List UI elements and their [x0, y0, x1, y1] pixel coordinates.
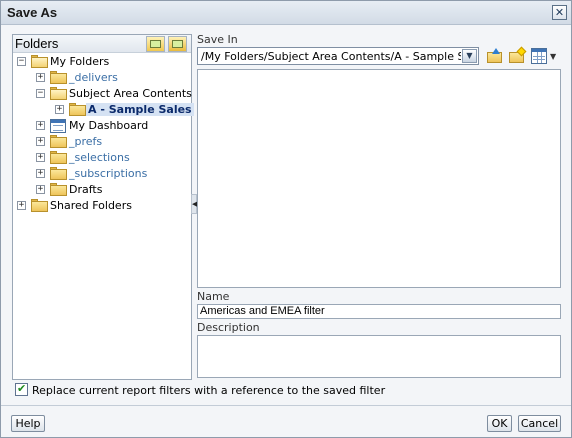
expand-icon[interactable]: +	[36, 169, 45, 178]
replace-filters-label: Replace current report filters with a re…	[32, 384, 386, 397]
tree-node-subscriptions[interactable]: + _subscriptions	[13, 166, 191, 182]
collapse-icon[interactable]: −	[17, 57, 26, 66]
new-folder-icon[interactable]	[168, 36, 187, 52]
description-label: Description	[197, 321, 260, 334]
tree-node-label: My Folders	[50, 55, 110, 68]
view-grid-icon[interactable]	[531, 48, 547, 64]
folder-icon	[50, 151, 67, 164]
expand-icon[interactable]: +	[36, 153, 45, 162]
chevron-down-icon[interactable]: ▼	[462, 49, 477, 63]
folders-tree-pane: Folders − My Folders + _delivers − Subje…	[12, 34, 194, 380]
expand-icon[interactable]: +	[17, 201, 26, 210]
tree-node-subject-area-contents[interactable]: − Subject Area Contents	[13, 86, 192, 102]
new-folder-icon[interactable]	[508, 46, 527, 65]
folders-pane-header: Folders	[13, 35, 191, 53]
folder-up-icon[interactable]	[486, 48, 504, 65]
expand-icon[interactable]: +	[36, 121, 45, 130]
checkmark-icon: ✔	[17, 382, 27, 395]
save-in-path-select[interactable]: /My Folders/Subject Area Contents/A - Sa…	[197, 47, 479, 65]
dashboard-icon	[50, 119, 66, 133]
tree-node-prefs[interactable]: + _prefs	[13, 134, 191, 150]
save-in-label: Save In	[197, 33, 238, 46]
name-input[interactable]: Americas and EMEA filter	[197, 304, 561, 319]
folders-pane-title: Folders	[15, 36, 59, 51]
folder-icon	[50, 135, 67, 148]
expand-icon[interactable]: +	[36, 73, 45, 82]
dialog-title: Save As	[7, 5, 58, 20]
title-bar: Save As ✕	[1, 1, 571, 25]
tree-node-label: _subscriptions	[69, 167, 148, 180]
folder-tree-view-icon[interactable]	[146, 36, 165, 52]
folder-contents-list[interactable]	[197, 69, 561, 288]
footer-divider	[1, 405, 571, 406]
name-label: Name	[197, 290, 230, 303]
tree-node-label: Shared Folders	[50, 199, 132, 212]
description-textarea[interactable]	[197, 335, 561, 378]
tree-node-my-dashboard[interactable]: + My Dashboard	[13, 118, 191, 134]
help-button[interactable]: Help	[11, 415, 45, 432]
folder-open-icon	[50, 87, 67, 100]
folder-icon	[50, 183, 67, 196]
tree-node-a-sample-sales[interactable]: + A - Sample Sales	[13, 102, 194, 118]
tree-node-label: _selections	[69, 151, 130, 164]
view-options-chevron-icon[interactable]: ▼	[550, 52, 556, 61]
expand-icon[interactable]: +	[55, 105, 64, 114]
tree-node-delivers[interactable]: + _delivers	[13, 70, 191, 86]
replace-filters-checkbox[interactable]: ✔	[15, 382, 28, 396]
folder-icon	[31, 199, 48, 212]
close-icon[interactable]: ✕	[552, 5, 567, 20]
tree-node-selections[interactable]: + _selections	[13, 150, 191, 166]
folder-icon	[50, 167, 67, 180]
collapse-icon[interactable]: −	[36, 89, 45, 98]
tree-node-label: Subject Area Contents	[69, 87, 192, 100]
expand-icon[interactable]: +	[36, 185, 45, 194]
save-in-path-value: /My Folders/Subject Area Contents/A - Sa…	[201, 50, 461, 63]
folder-icon	[50, 71, 67, 84]
ok-button[interactable]: OK	[487, 415, 512, 432]
folder-icon	[69, 103, 86, 116]
expand-icon[interactable]: +	[36, 137, 45, 146]
tree-node-drafts[interactable]: + Drafts	[13, 182, 191, 198]
tree-node-label: _prefs	[69, 135, 103, 148]
tree-node-label: My Dashboard	[69, 119, 149, 132]
tree-node-label: Drafts	[69, 183, 103, 196]
tree-node-shared-folders[interactable]: + Shared Folders	[13, 198, 191, 214]
tree-node-my-folders[interactable]: − My Folders	[13, 54, 191, 70]
cancel-button[interactable]: Cancel	[518, 415, 561, 432]
tree-node-label-selected: A - Sample Sales	[86, 103, 194, 116]
save-as-dialog: Save As ✕ Folders − My Folders + _delive…	[0, 0, 572, 438]
tree-node-label: _delivers	[69, 71, 118, 84]
folder-open-icon	[31, 55, 48, 68]
